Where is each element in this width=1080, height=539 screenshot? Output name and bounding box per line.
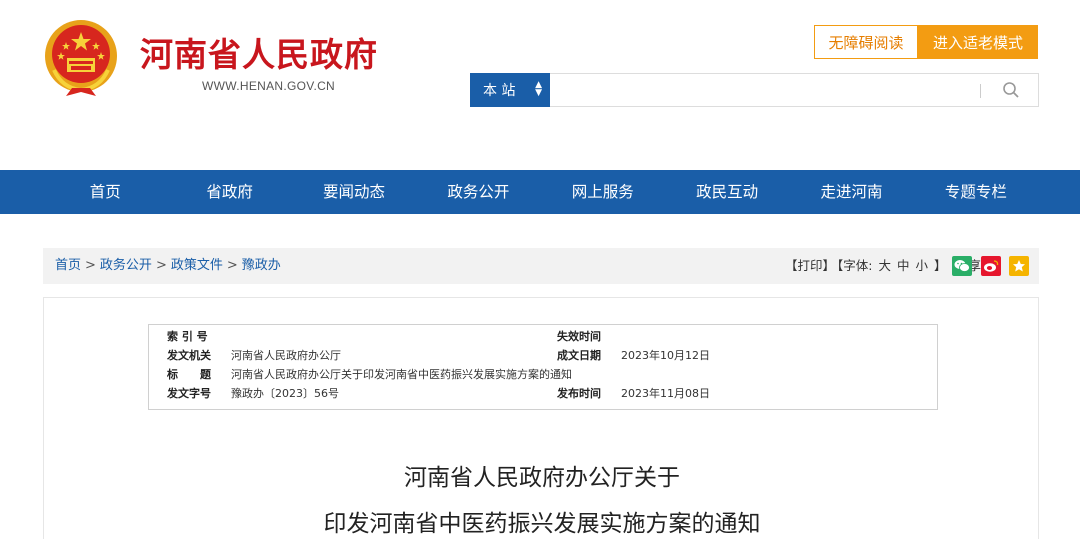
breadcrumb-yuzhengban[interactable]: 豫政办 xyxy=(242,258,281,273)
main-nav: 首页 省政府 要闻动态 政务公开 网上服务 政民互动 走进河南 专题专栏 xyxy=(0,170,1080,214)
meta-issuer-value: 河南省人民政府办公厅 xyxy=(231,349,341,362)
meta-created-value: 2023年10月12日 xyxy=(621,349,710,362)
font-large-button[interactable]: 大 xyxy=(878,258,891,273)
font-size-close: 】 xyxy=(933,258,947,273)
nav-item-interaction[interactable]: 政民互动 xyxy=(665,170,789,214)
site-header: 河南省人民政府 WWW.HENAN.GOV.CN 无障碍阅读 进入适老模式 本 … xyxy=(0,0,1080,170)
article-container: 索 引 号 失效时间 发文机关 河南省人民政府办公厅 成文日期 2023年10月… xyxy=(43,297,1039,539)
breadcrumb-separator: > xyxy=(155,258,167,273)
breadcrumb-policy-docs[interactable]: 政策文件 xyxy=(171,258,223,273)
meta-row: 发文机关 河南省人民政府办公厅 成文日期 2023年10月12日 xyxy=(149,346,939,365)
font-size-label: 【字体: xyxy=(837,258,873,273)
font-medium-button[interactable]: 中 xyxy=(897,258,910,273)
wechat-icon[interactable] xyxy=(952,256,972,276)
meta-expire-label: 失效时间 xyxy=(557,330,601,343)
search-scope-select[interactable]: 本 站 ▲ ▼ xyxy=(470,73,550,107)
search-icon[interactable] xyxy=(1002,81,1020,99)
breadcrumb: 首页 > 政务公开 > 政策文件 > 豫政办 xyxy=(55,248,281,284)
document-meta-table: 索 引 号 失效时间 发文机关 河南省人民政府办公厅 成文日期 2023年10月… xyxy=(148,324,938,410)
search-input[interactable] xyxy=(550,73,1039,107)
meta-title-value: 河南省人民政府办公厅关于印发河南省中医药振兴发展实施方案的通知 xyxy=(231,368,572,381)
elder-mode-button[interactable]: 进入适老模式 xyxy=(918,25,1038,59)
page-tools: 【打印】 【字体: 大 中 小 】 xyxy=(785,248,948,284)
breadcrumb-separator: > xyxy=(85,258,96,273)
nav-item-province-gov[interactable]: 省政府 xyxy=(167,170,291,214)
site-url: WWW.HENAN.GOV.CN xyxy=(202,79,336,93)
nav-item-home[interactable]: 首页 xyxy=(43,170,167,214)
nav-item-news[interactable]: 要闻动态 xyxy=(292,170,416,214)
document-title-line-1: 河南省人民政府办公厅关于 xyxy=(404,465,680,491)
meta-title-label: 标 题 xyxy=(167,368,211,381)
up-down-caret-icon: ▲ ▼ xyxy=(535,80,542,98)
meta-docno-label: 发文字号 xyxy=(167,387,211,400)
breadcrumb-home[interactable]: 首页 xyxy=(55,258,81,273)
meta-row: 发文字号 豫政办〔2023〕56号 发布时间 2023年11月08日 xyxy=(149,384,939,403)
meta-publish-label: 发布时间 xyxy=(557,387,601,400)
meta-issuer-label: 发文机关 xyxy=(167,349,211,362)
breadcrumb-separator: > xyxy=(226,258,238,273)
nav-item-online-services[interactable]: 网上服务 xyxy=(541,170,665,214)
meta-index-label: 索 引 号 xyxy=(167,330,208,343)
breadcrumb-bar: 首页>政务公开>政策文件>豫政办 【打印】【字体: 大 中 小 】 分享: xyxy=(43,248,1039,284)
site-title: 河南省人民政府 xyxy=(140,35,378,74)
favorite-icon[interactable] xyxy=(1009,256,1029,276)
meta-created-label: 成文日期 xyxy=(557,349,601,362)
print-button[interactable]: 【打印】 xyxy=(785,258,835,273)
meta-row: 索 引 号 失效时间 xyxy=(149,327,939,346)
font-small-button[interactable]: 小 xyxy=(915,258,928,273)
search-scope-label: 本 站 xyxy=(483,83,516,99)
meta-docno-value: 豫政办〔2023〕56号 xyxy=(231,387,339,400)
meta-row: 标 题 河南省人民政府办公厅关于印发河南省中医药振兴发展实施方案的通知 xyxy=(149,365,939,384)
nav-item-gov-affairs[interactable]: 政务公开 xyxy=(416,170,540,214)
accessible-reading-button[interactable]: 无障碍阅读 xyxy=(814,25,918,59)
document-title-line-2: 印发河南省中医药振兴发展实施方案的通知 xyxy=(323,511,761,537)
national-emblem-icon xyxy=(45,20,117,96)
nav-item-about-henan[interactable]: 走进河南 xyxy=(789,170,913,214)
weibo-icon[interactable] xyxy=(981,256,1001,276)
meta-publish-value: 2023年11月08日 xyxy=(621,387,710,400)
search-divider xyxy=(980,84,981,98)
nav-item-topics[interactable]: 专题专栏 xyxy=(914,170,1038,214)
breadcrumb-gov-affairs[interactable]: 政务公开 xyxy=(100,258,152,273)
